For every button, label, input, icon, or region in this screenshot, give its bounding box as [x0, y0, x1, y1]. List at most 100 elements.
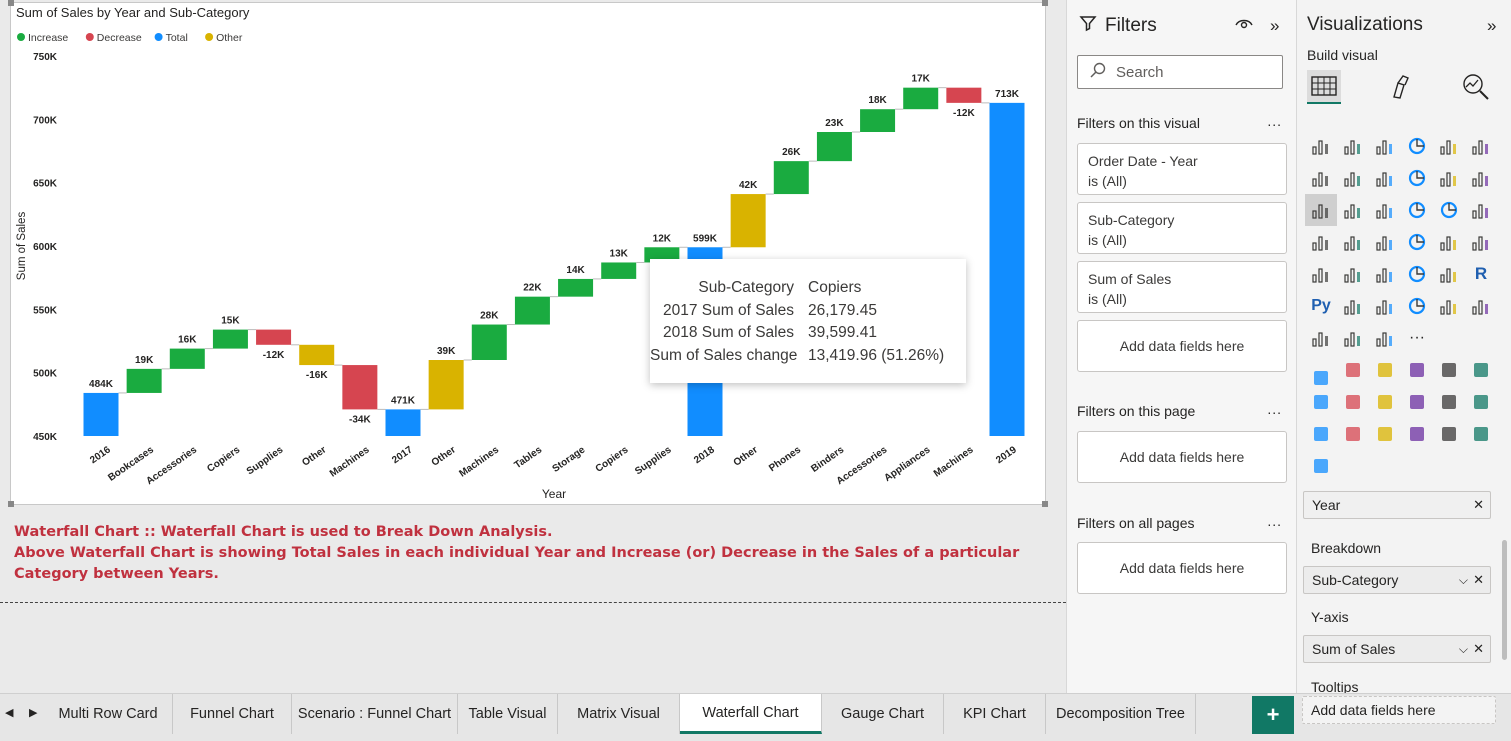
donut-visual-icon[interactable]: [1433, 194, 1465, 226]
tab-matrix-visual[interactable]: Matrix Visual: [558, 694, 680, 734]
kpi-visual-icon[interactable]: [1337, 258, 1369, 290]
treemap-visual-icon[interactable]: [1465, 194, 1497, 226]
collapse-icon[interactable]: »: [1270, 16, 1279, 36]
funnel-visual-icon[interactable]: [1337, 194, 1369, 226]
power-automate-visual-icon[interactable]: [1369, 322, 1401, 354]
waterfall-bar[interactable]: [946, 87, 982, 103]
resize-handle[interactable]: [8, 501, 14, 507]
custom-visual-icon[interactable]: [1433, 386, 1465, 418]
r-visual-visual-icon[interactable]: R: [1465, 258, 1497, 290]
custom-visual-icon[interactable]: [1337, 418, 1369, 450]
build-visual-icon[interactable]: [1307, 70, 1341, 104]
ribbon-visual-icon[interactable]: [1465, 162, 1497, 194]
breakdown-field-chip[interactable]: Sub-Category ⌵ ✕: [1303, 566, 1491, 594]
waterfall-bar[interactable]: [558, 278, 594, 297]
waterfall-bar[interactable]: [860, 109, 896, 132]
tab-gauge-chart[interactable]: Gauge Chart: [822, 694, 944, 734]
remove-field-icon[interactable]: ✕: [1473, 572, 1484, 588]
waterfall-bar[interactable]: [471, 324, 507, 360]
waterfall-visual-icon[interactable]: [1305, 194, 1337, 226]
eye-icon[interactable]: [1235, 17, 1253, 36]
x-axis-field-chip[interactable]: Year ✕: [1303, 491, 1491, 519]
matrix-visual-icon[interactable]: [1433, 258, 1465, 290]
clustered-column-visual-icon[interactable]: [1401, 130, 1433, 162]
tab-scroll-right-icon[interactable]: ▶: [29, 706, 37, 719]
y-axis-field-chip[interactable]: Sum of Sales ⌵ ✕: [1303, 635, 1491, 663]
more-options-icon[interactable]: ...: [1267, 113, 1282, 129]
filter-card-sum-of-sales[interactable]: Sum of Sales is (All): [1077, 261, 1287, 313]
python-visual-visual-icon[interactable]: Py: [1305, 290, 1337, 322]
custom-visual-icon[interactable]: [1465, 418, 1497, 450]
custom-visual-icon[interactable]: [1465, 386, 1497, 418]
waterfall-bar[interactable]: [256, 329, 292, 345]
waterfall-bar[interactable]: [83, 392, 119, 436]
waterfall-bar[interactable]: [730, 194, 766, 248]
stacked-bar-visual-icon[interactable]: [1305, 130, 1337, 162]
waterfall-bar[interactable]: [514, 296, 550, 325]
collapse-icon[interactable]: »: [1487, 16, 1496, 36]
waterfall-bar[interactable]: [816, 132, 852, 162]
tab-multi-row-card[interactable]: Multi Row Card: [44, 694, 173, 734]
resize-handle[interactable]: [1042, 0, 1048, 6]
paginated-visual-icon[interactable]: [1305, 322, 1337, 354]
resize-handle[interactable]: [1042, 501, 1048, 507]
pie-visual-icon[interactable]: [1401, 194, 1433, 226]
add-page-filter-field[interactable]: Add data fields here: [1077, 431, 1287, 483]
waterfall-bar[interactable]: [428, 360, 464, 410]
map-visual-icon[interactable]: [1305, 226, 1337, 258]
custom-visual-icon[interactable]: [1305, 450, 1337, 482]
waterfall-bar[interactable]: [773, 161, 809, 195]
chevron-down-icon[interactable]: ⌵: [1459, 573, 1468, 588]
custom-visual-icon[interactable]: [1305, 386, 1337, 418]
clustered-bar-visual-icon[interactable]: [1369, 130, 1401, 162]
remove-field-icon[interactable]: ✕: [1473, 497, 1484, 513]
key-influencers-visual-icon[interactable]: [1337, 290, 1369, 322]
100-column-visual-icon[interactable]: [1465, 130, 1497, 162]
custom-visual-icon[interactable]: [1401, 354, 1433, 386]
waterfall-bar[interactable]: [989, 102, 1025, 436]
filled-map-visual-icon[interactable]: [1337, 226, 1369, 258]
qa-visual-icon[interactable]: [1401, 290, 1433, 322]
more-options-icon[interactable]: ...: [1267, 401, 1282, 417]
waterfall-bar[interactable]: [342, 365, 378, 410]
line-column-visual-icon[interactable]: [1401, 162, 1433, 194]
custom-visual-icon[interactable]: [1433, 418, 1465, 450]
custom-visual-icon[interactable]: [1465, 354, 1497, 386]
add-tooltip-field[interactable]: Add data fields here: [1302, 696, 1496, 724]
tab-funnel-chart[interactable]: Funnel Chart: [173, 694, 292, 734]
tab-scenario-funnel-chart[interactable]: Scenario : Funnel Chart: [292, 694, 458, 734]
area-visual-icon[interactable]: [1337, 162, 1369, 194]
waterfall-bar[interactable]: [385, 409, 421, 436]
more-visuals-visual-icon[interactable]: ···: [1401, 322, 1433, 354]
pane-scrollbar[interactable]: [1502, 540, 1507, 660]
tab-kpi-chart[interactable]: KPI Chart: [944, 694, 1046, 734]
custom-visual-icon[interactable]: [1337, 354, 1369, 386]
analytics-icon[interactable]: [1459, 70, 1493, 104]
add-all-filter-field[interactable]: Add data fields here: [1077, 542, 1287, 594]
remove-field-icon[interactable]: ✕: [1473, 641, 1484, 657]
more-options-icon[interactable]: ...: [1267, 513, 1282, 529]
line-visual-icon[interactable]: [1305, 162, 1337, 194]
waterfall-bar[interactable]: [169, 348, 205, 369]
resize-handle[interactable]: [8, 0, 14, 6]
slicer-visual-icon[interactable]: [1369, 258, 1401, 290]
format-visual-icon[interactable]: [1385, 70, 1419, 104]
chevron-down-icon[interactable]: ⌵: [1459, 642, 1468, 657]
multi-row-card-visual-icon[interactable]: [1305, 258, 1337, 290]
line-clustered-visual-icon[interactable]: [1433, 162, 1465, 194]
custom-visual-icon[interactable]: [1305, 418, 1337, 450]
filter-card-order-date-year[interactable]: Order Date - Year is (All): [1077, 143, 1287, 195]
custom-visual-icon[interactable]: [1337, 386, 1369, 418]
scatter-visual-icon[interactable]: [1369, 194, 1401, 226]
power-apps-visual-icon[interactable]: [1337, 322, 1369, 354]
add-visual-filter-field[interactable]: Add data fields here: [1077, 320, 1287, 372]
custom-visual-icon[interactable]: [1401, 386, 1433, 418]
waterfall-bar[interactable]: [601, 262, 637, 279]
custom-visual-icon[interactable]: [1433, 354, 1465, 386]
tab-waterfall-chart[interactable]: Waterfall Chart: [680, 694, 822, 734]
waterfall-bar[interactable]: [126, 368, 162, 393]
filter-search-input[interactable]: Search: [1077, 55, 1283, 89]
custom-visual-icon[interactable]: [1369, 354, 1401, 386]
stacked-column-visual-icon[interactable]: [1337, 130, 1369, 162]
decomposition-tree-visual-icon[interactable]: [1369, 290, 1401, 322]
